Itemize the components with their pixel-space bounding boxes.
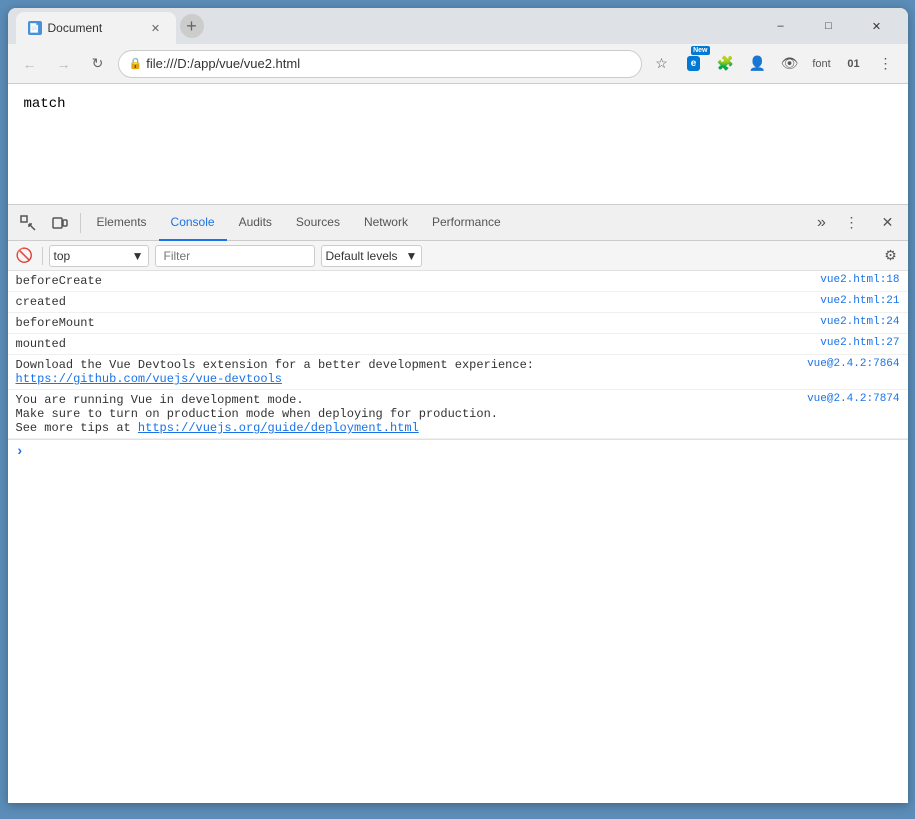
url-bar[interactable]: 🔒 file:///D:/app/vue/vue2.html xyxy=(118,50,642,78)
page-content: match xyxy=(8,84,908,204)
address-bar: ← → ↻ 🔒 file:///D:/app/vue/vue2.html ☆ e… xyxy=(8,44,908,84)
maximize-button[interactable]: □ xyxy=(806,8,852,44)
more-options-button[interactable]: ⋮ xyxy=(836,207,868,239)
extension-icon[interactable]: 🧩 xyxy=(712,50,740,78)
console-source-devtools[interactable]: vue@2.4.2:7864 xyxy=(807,358,899,370)
context-dropdown-icon: ▼ xyxy=(132,249,144,263)
levels-dropdown-icon: ▼ xyxy=(406,249,418,263)
console-output: beforeCreate vue2.html:18 created vue2.h… xyxy=(8,271,908,803)
url-lock-icon: 🔒 xyxy=(129,57,143,70)
console-msg-created: created xyxy=(16,295,805,309)
close-button[interactable]: ✕ xyxy=(854,8,900,44)
console-row-mounted: mounted vue2.html:27 xyxy=(8,334,908,355)
console-source-beforecreate[interactable]: vue2.html:18 xyxy=(820,274,899,286)
devtools-right-buttons: ⋮ ✕ xyxy=(836,207,904,239)
console-source-beforemount[interactable]: vue2.html:24 xyxy=(820,316,899,328)
tab-network[interactable]: Network xyxy=(352,205,420,241)
window-controls: – □ ✕ xyxy=(758,8,900,44)
console-msg-beforecreate: beforeCreate xyxy=(16,274,805,288)
console-msg-devmode: You are running Vue in development mode.… xyxy=(16,393,792,435)
tab-performance[interactable]: Performance xyxy=(420,205,513,241)
console-source-created[interactable]: vue2.html:21 xyxy=(820,295,899,307)
tab-sources[interactable]: Sources xyxy=(284,205,352,241)
context-value: top xyxy=(54,249,71,263)
browser-tab[interactable]: 📄 Document ✕ xyxy=(16,12,176,44)
tab-favicon: 📄 xyxy=(28,21,42,35)
console-source-devmode[interactable]: vue@2.4.2:7874 xyxy=(807,393,899,405)
console-source-mounted[interactable]: vue2.html:27 xyxy=(820,337,899,349)
clear-console-button[interactable]: 🚫 xyxy=(14,245,36,267)
console-toolbar: 🚫 top ▼ Default levels ▼ ⚙ xyxy=(8,241,908,271)
devtools-separator xyxy=(80,213,81,233)
console-row-devmode: You are running Vue in development mode.… xyxy=(8,390,908,439)
bookmark-icon[interactable]: ☆ xyxy=(648,50,676,78)
forward-button[interactable]: → xyxy=(50,50,78,78)
context-selector[interactable]: top ▼ xyxy=(49,245,149,267)
levels-selector[interactable]: Default levels ▼ xyxy=(321,245,423,267)
edge-new-icon[interactable]: e New xyxy=(680,50,708,78)
console-msg-devtools: Download the Vue Devtools extension for … xyxy=(16,358,792,386)
menu-icon[interactable]: ⋮ xyxy=(872,50,900,78)
tab-elements[interactable]: Elements xyxy=(85,205,159,241)
deployment-link[interactable]: https://vuejs.org/guide/deployment.html xyxy=(138,421,419,435)
console-row-beforemount: beforeMount vue2.html:24 xyxy=(8,313,908,334)
tab-console[interactable]: Console xyxy=(159,205,227,241)
tab-title: Document xyxy=(48,21,103,35)
devtools-tabs: Elements Console Audits Sources Network … xyxy=(8,205,908,241)
console-msg-beforemount: beforeMount xyxy=(16,316,805,330)
url-text: file:///D:/app/vue/vue2.html xyxy=(146,56,300,71)
title-bar: 📄 Document ✕ + – □ ✕ xyxy=(8,8,908,44)
close-devtools-button[interactable]: ✕ xyxy=(872,207,904,239)
console-row-beforecreate: beforeCreate vue2.html:18 xyxy=(8,271,908,292)
page-text: match xyxy=(24,96,66,112)
new-tab-button[interactable]: + xyxy=(180,14,204,38)
font-icon[interactable]: font xyxy=(808,50,836,78)
inspect-element-icon[interactable] xyxy=(12,207,44,239)
console-row-devtools: Download the Vue Devtools extension for … xyxy=(8,355,908,390)
profile-icon[interactable]: 👤 xyxy=(744,50,772,78)
reload-button[interactable]: ↻ xyxy=(84,50,112,78)
more-tabs-button[interactable]: » xyxy=(808,209,836,237)
edge-icon-label: e xyxy=(691,58,697,69)
minimize-button[interactable]: – xyxy=(758,8,804,44)
eye-icon[interactable]: 👁 xyxy=(776,50,804,78)
tab-close-button[interactable]: ✕ xyxy=(148,20,164,36)
devtools-link[interactable]: https://github.com/vuejs/vue-devtools xyxy=(16,372,282,386)
toolbar-separator xyxy=(42,247,43,265)
console-prompt: › xyxy=(16,444,24,460)
device-toolbar-icon[interactable] xyxy=(44,207,76,239)
console-row-created: created vue2.html:21 xyxy=(8,292,908,313)
filter-input[interactable] xyxy=(155,245,315,267)
new-badge: New xyxy=(691,46,709,55)
console-msg-mounted: mounted xyxy=(16,337,805,351)
back-button[interactable]: ← xyxy=(16,50,44,78)
levels-value: Default levels xyxy=(326,249,398,263)
tab-audits[interactable]: Audits xyxy=(227,205,284,241)
console-input-row: › xyxy=(8,439,908,464)
security-icon[interactable]: 01 xyxy=(840,50,868,78)
console-settings-button[interactable]: ⚙ xyxy=(880,245,902,267)
browser-window: 📄 Document ✕ + – □ ✕ ← → ↻ 🔒 file:///D:/… xyxy=(8,8,908,803)
devtools-panel: Elements Console Audits Sources Network … xyxy=(8,204,908,803)
toolbar-icons: ☆ e New 🧩 👤 👁 font 01 ⋮ xyxy=(648,50,900,78)
